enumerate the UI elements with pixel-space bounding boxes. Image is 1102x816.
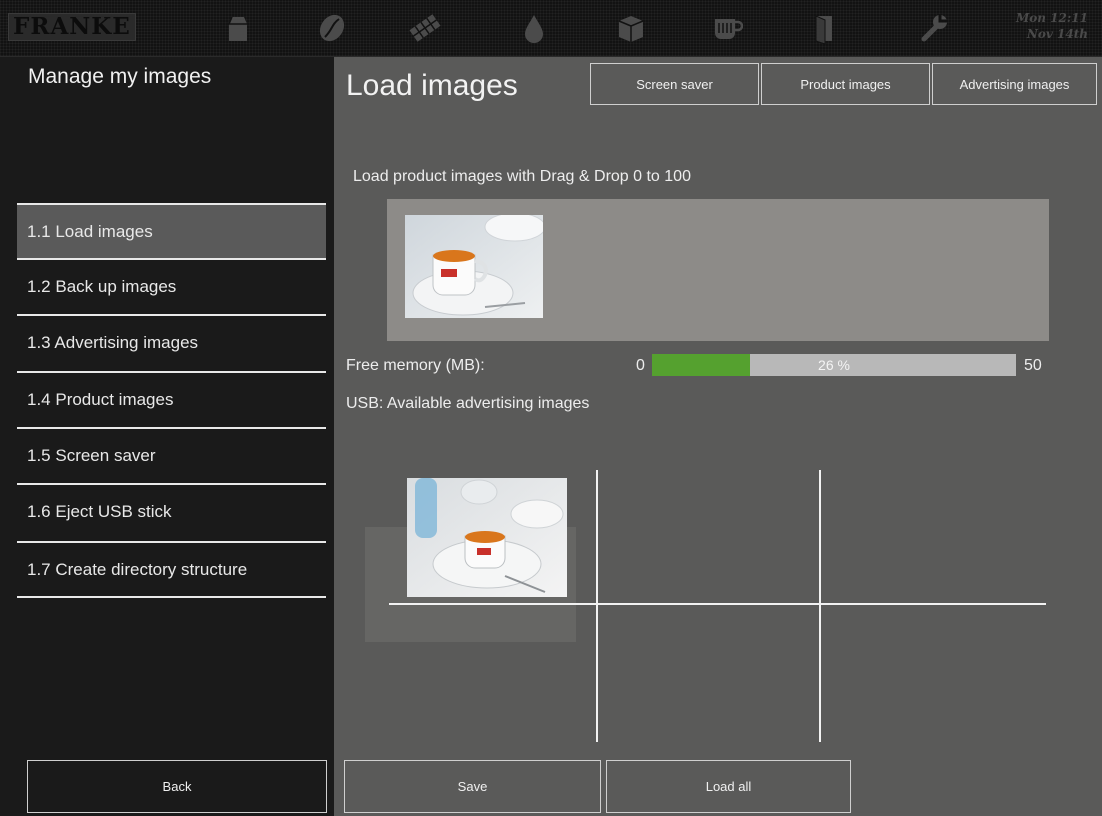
top-bar: FRANKE Mon 12:11 Nov 14th [0,0,1102,57]
grid-vertical-line-1 [596,470,598,742]
menu-item-screen-saver[interactable]: 1.5 Screen saver [17,427,326,482]
menu-item-eject-usb[interactable]: 1.6 Eject USB stick [17,483,326,538]
tab-product-images[interactable]: Product images [761,63,930,105]
free-memory-label: Free memory (MB): [346,357,485,374]
milk-carton-icon[interactable] [218,8,258,48]
menu-item-create-directory[interactable]: 1.7 Create directory structure [17,541,326,596]
water-drop-icon[interactable] [514,8,554,48]
save-button[interactable]: Save [344,760,601,813]
back-button[interactable]: Back [27,760,327,813]
grid-vertical-line-2 [819,470,821,742]
coffee-bean-icon[interactable] [312,8,352,48]
memory-min-value: 0 [636,357,645,374]
grid-horizontal-line [389,603,1046,605]
drop-zone[interactable] [387,199,1049,341]
cup-icon[interactable] [706,8,746,48]
tab-screen-saver[interactable]: Screen saver [590,63,759,105]
memory-progress-bar: 26 % [652,354,1016,376]
app-root: FRANKE Mon 12:11 Nov 14th Manage my imag… [0,0,1102,816]
menu-divider [17,596,326,598]
menu-item-product-images[interactable]: 1.4 Product images [17,371,326,426]
memory-percent-text: 26 % [818,357,850,373]
box-icon[interactable] [611,8,651,48]
date-text: Nov 14th [1026,27,1088,41]
sidebar-title: Manage my images [28,65,212,88]
door-icon[interactable] [804,8,844,48]
menu-item-load-images[interactable]: 1.1 Load images [17,203,326,258]
sidebar: Manage my images 1.1 Load images 1.2 Bac… [0,57,334,816]
usb-advertising-image[interactable] [407,478,567,597]
load-all-button[interactable]: Load all [606,760,851,813]
page-title: Load images [346,69,518,102]
menu-item-back-up-images[interactable]: 1.2 Back up images [17,258,326,313]
dropzone-label: Load product images with Drag & Drop 0 t… [353,168,691,185]
chocolate-icon[interactable] [405,8,445,48]
tab-advertising-images[interactable]: Advertising images [932,63,1097,105]
product-image-thumbnail[interactable] [405,215,543,318]
menu-item-advertising-images[interactable]: 1.3 Advertising images [17,314,326,369]
memory-max-value: 50 [1024,357,1042,374]
franke-logo: FRANKE [8,13,136,41]
time-text: Mon 12:11 [1015,11,1088,25]
usb-images-label: USB: Available advertising images [346,395,590,412]
main-panel: Load images Screen saver Product images … [334,57,1102,816]
wrench-icon[interactable] [915,8,955,48]
date-time-display: Mon 12:11 Nov 14th [1016,10,1088,42]
